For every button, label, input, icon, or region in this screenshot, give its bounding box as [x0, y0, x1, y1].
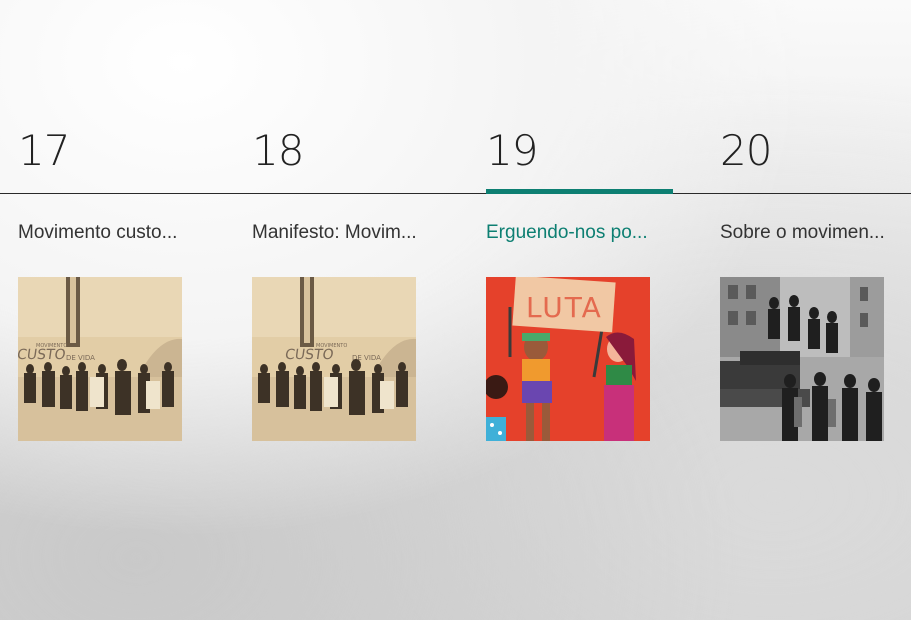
day-number: 19	[486, 126, 538, 175]
banner-text: CUSTO	[18, 347, 67, 363]
item-title[interactable]: Manifesto: Movim...	[252, 222, 442, 244]
day-column-20: 20 Sobre o movimen...	[720, 0, 911, 620]
banner-text: MOVIMENTO	[36, 343, 67, 349]
thumbnail-sepia-protest-photo[interactable]: CUSTO DE VIDA MOVIMENTO	[252, 277, 416, 441]
daily-content-strip: 17 Movimento custo... CUSTO DE VIDA MOVI…	[0, 0, 911, 620]
day-column-17: 17 Movimento custo... CUSTO DE VIDA MOVI…	[18, 0, 218, 620]
day-column-19: 19 Erguendo-nos po... LUTA	[486, 0, 686, 620]
thumbnail-illustration-luta-protest[interactable]: LUTA	[486, 277, 650, 441]
active-tab-indicator	[486, 189, 673, 194]
item-title[interactable]: Movimento custo...	[18, 222, 208, 244]
sign-text: LUTA	[526, 291, 603, 324]
day-number: 18	[252, 126, 304, 175]
thumbnail-sepia-protest-photo[interactable]: CUSTO DE VIDA MOVIMENTO	[18, 277, 182, 441]
banner-text: DE VIDA	[66, 354, 95, 362]
day-column-18: 18 Manifesto: Movim... CUSTO DE VIDA MOV…	[252, 0, 452, 620]
item-title[interactable]: Sobre o movimen...	[720, 222, 910, 244]
item-title[interactable]: Erguendo-nos po...	[486, 222, 676, 244]
banner-text: MOVIMENTO	[316, 343, 347, 349]
thumbnail-bw-revolution-photo[interactable]	[720, 277, 884, 441]
day-number: 17	[18, 126, 70, 175]
banner-text: CUSTO	[284, 347, 335, 363]
day-number: 20	[720, 126, 772, 175]
